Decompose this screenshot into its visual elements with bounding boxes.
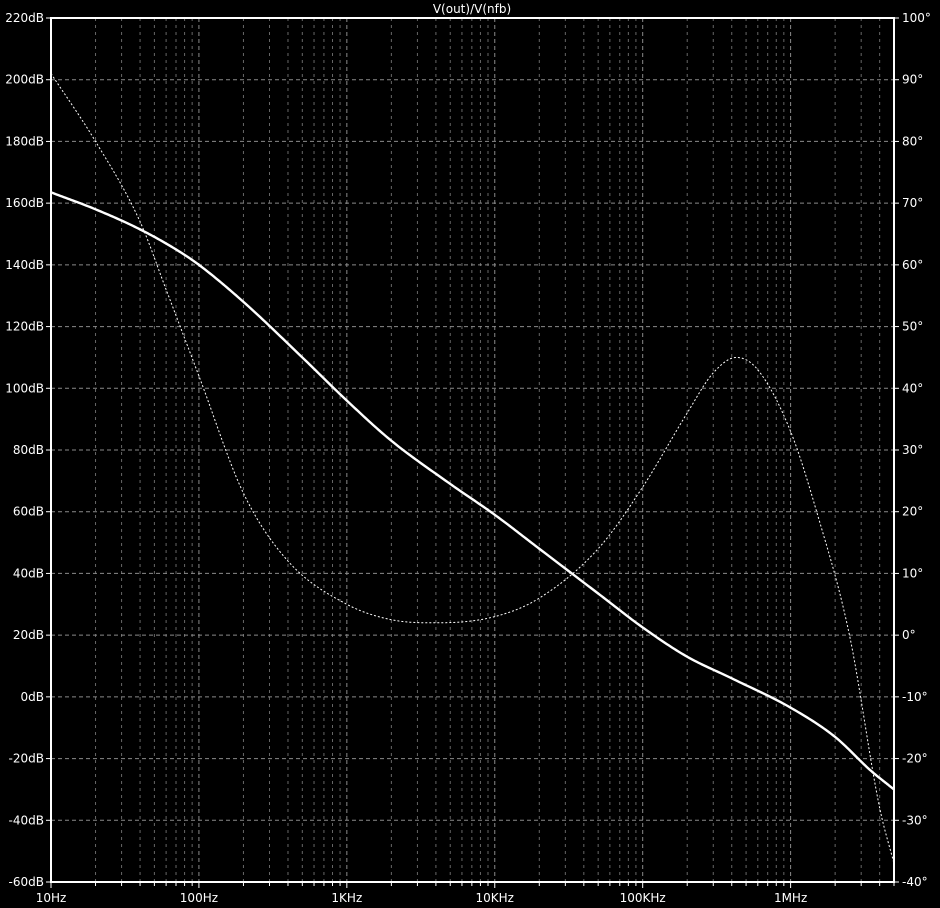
y-right-tick-label: 100° [902,11,931,25]
y-left-tick-label: -60dB [9,875,44,889]
y-left-tick-label: 200dB [5,73,44,87]
y-right-tick-label: 70° [902,196,923,210]
y-right-tick-label: 90° [902,73,923,87]
y-left-tick-label: 20dB [13,628,44,642]
y-right-tick-label: 10° [902,566,923,580]
y-left-tick-label: 0dB [21,690,44,704]
y-right-tick-label: 50° [902,320,923,334]
y-left-tick-label: 80dB [13,443,44,457]
y-left-tick-label: -20dB [9,752,44,766]
y-right-tick-label: -10° [902,690,928,704]
y-right-tick-label: -40° [902,875,928,889]
y-right-tick-label: 30° [902,443,923,457]
bode-plot: V(out)/V(nfb) 10Hz 100Hz 1KHz 10KHz 100KHz 1M… [0,0,940,908]
x-tick-label: 10Hz [36,891,67,905]
y-right-tick-label: -30° [902,813,928,827]
y-left-tick-label: 120dB [5,320,44,334]
y-left-tick-label: 180dB [5,134,44,148]
y-left-tick-label: 100dB [5,381,44,395]
y-right-tick-label: 20° [902,505,923,519]
y-left-tick-label: -40dB [9,813,44,827]
y-right-tick-label: 40° [902,381,923,395]
x-tick-label: 10KHz [476,891,514,905]
chart-title[interactable]: V(out)/V(nfb) [433,2,511,16]
x-tick-label: 100Hz [180,891,218,905]
y-left-tick-label: 140dB [5,258,44,272]
y-right-tick-label: -20° [902,752,928,766]
y-left-tick-label: 60dB [13,505,44,519]
x-tick-label: 1MHz [774,891,807,905]
x-tick-label: 1KHz [331,891,362,905]
y-left-tick-label: 160dB [5,196,44,210]
y-left-tick-label: 220dB [5,11,44,25]
y-left-tick-label: 40dB [13,566,44,580]
y-right-tick-label: 60° [902,258,923,272]
x-tick-label: 100KHz [620,891,666,905]
y-right-tick-label: 80° [902,134,923,148]
y-right-tick-label: 0° [902,628,916,642]
plot-background [0,0,940,908]
